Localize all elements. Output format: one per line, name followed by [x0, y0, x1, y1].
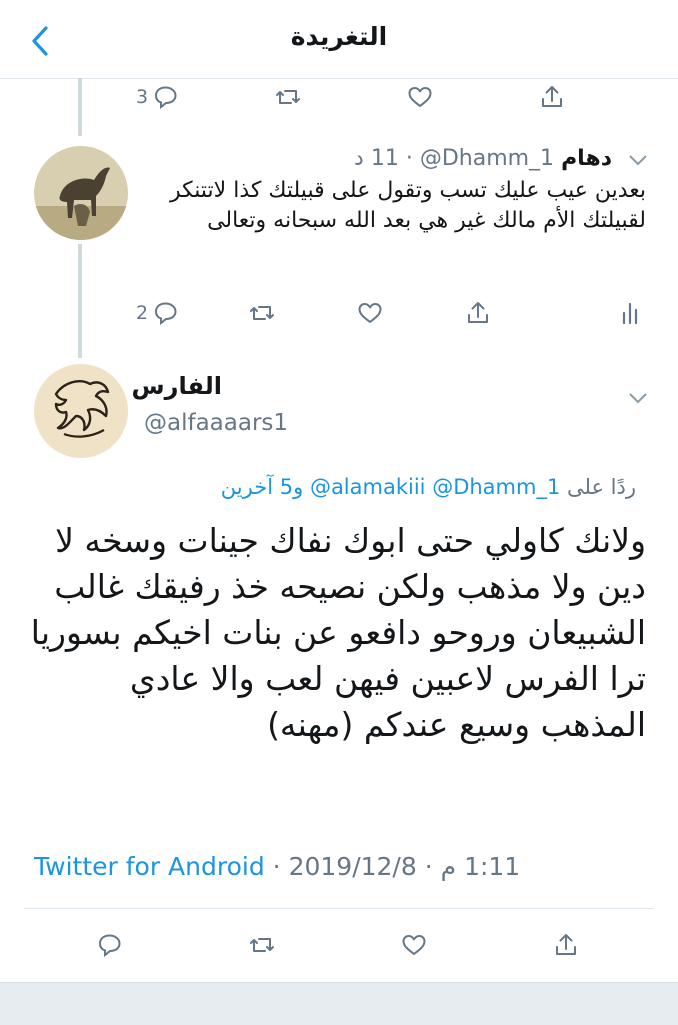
bottom-separator-bar: [0, 982, 678, 1025]
divider: [24, 908, 654, 909]
author-handle[interactable]: @alfaaaars1: [144, 410, 288, 436]
separator-dot: ·: [272, 852, 289, 881]
share-icon[interactable]: [460, 296, 496, 330]
analytics-icon[interactable]: [612, 296, 648, 330]
reply-icon[interactable]: [148, 80, 184, 114]
tweet-actions: 2: [0, 296, 678, 330]
reply-count: 2: [136, 302, 149, 324]
others-link[interactable]: و5 آخرين: [221, 475, 303, 499]
tweet-header: دهام @Dhamm_1 · 11 د: [354, 146, 612, 171]
tweet-date: 2019/12/8: [288, 852, 417, 881]
share-icon[interactable]: [534, 80, 570, 114]
separator-dot: ·: [405, 146, 413, 171]
like-icon[interactable]: [396, 928, 432, 962]
top-bar: التغريدة: [0, 0, 678, 79]
retweet-icon[interactable]: [244, 296, 280, 330]
tweet-meta: Twitter for Android · 2019/12/8 · 1:11 م: [34, 852, 520, 881]
reply-icon[interactable]: [92, 928, 128, 962]
page-title: التغريدة: [290, 22, 388, 51]
mention-link[interactable]: @Dhamm_1: [432, 475, 560, 499]
author-handle[interactable]: @Dhamm_1: [420, 146, 554, 171]
avatar[interactable]: [34, 364, 128, 458]
horse-logo-icon: [34, 364, 128, 458]
retweet-icon[interactable]: [244, 928, 280, 962]
reply-icon[interactable]: [148, 296, 184, 330]
author-name[interactable]: الفارس: [132, 372, 222, 400]
replying-to-line: ردًا على @Dhamm_1 @alamakiii و5 آخرين: [221, 475, 636, 499]
horse-photo-icon: [34, 146, 128, 240]
avatar[interactable]: [34, 146, 128, 240]
tweet-text: ولانك كاولي حتى ابوك نفاك جينات وسخه لا …: [30, 521, 646, 744]
chevron-down-icon[interactable]: [624, 150, 652, 170]
chevron-down-icon[interactable]: [624, 388, 652, 408]
tweet-actions: [0, 928, 678, 964]
tweet-text: بعدين عيب عليك تسب وتقول على قبيلتك كذا …: [169, 178, 646, 233]
source-link[interactable]: Twitter for Android: [34, 852, 265, 881]
tweet-time: 1:11 م: [440, 852, 521, 881]
like-icon[interactable]: [352, 296, 388, 330]
reply-count: 3: [136, 86, 149, 108]
separator-dot: ·: [424, 852, 441, 881]
replying-to-prefix: ردًا على: [567, 475, 636, 499]
tweet-time: 11 د: [354, 146, 399, 171]
share-icon[interactable]: [548, 928, 584, 962]
retweet-icon[interactable]: [270, 80, 306, 114]
previous-tweet-actions: 3: [0, 80, 678, 114]
mention-link[interactable]: @alamakiii: [310, 475, 426, 499]
author-name[interactable]: دهام: [561, 146, 612, 171]
like-icon[interactable]: [402, 80, 438, 114]
